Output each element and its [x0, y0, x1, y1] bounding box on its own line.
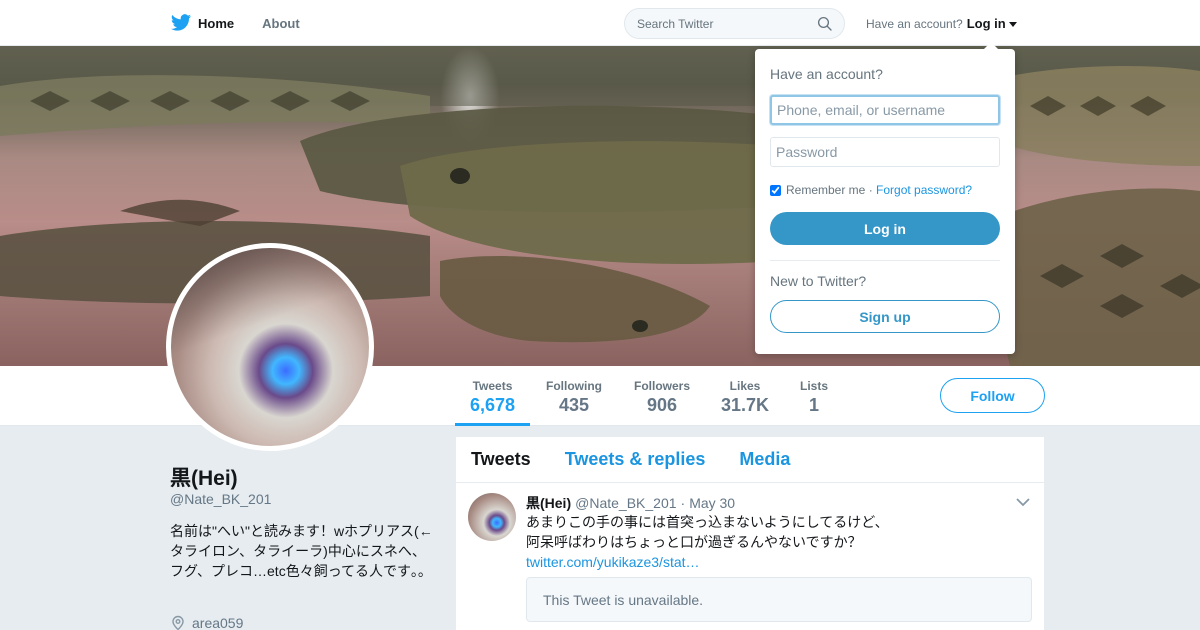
tweet-avatar[interactable] [468, 493, 516, 541]
username-field[interactable] [770, 95, 1000, 125]
location-pin-icon [172, 615, 184, 630]
tab-tweets-replies[interactable]: Tweets & replies [565, 449, 706, 470]
profile-location: area059 [170, 615, 243, 630]
tweet-author-name[interactable]: 黒(Hei) [526, 493, 571, 513]
top-nav: Home About Have an account? Log in [0, 0, 1200, 46]
account-prompt: Have an account? [866, 16, 963, 31]
login-button[interactable]: Log in [770, 212, 1000, 245]
search-icon[interactable] [816, 15, 834, 33]
tweet[interactable]: 黒(Hei) @Nate_BK_201 · May 30 あまりこの手の事には首… [456, 483, 1044, 630]
tweet-text: あまりこの手の事には首突っ込まないようにしてるけど、 阿呆呼ばわりはちょっと口が… [526, 512, 986, 572]
tweet-separator: · [680, 495, 686, 511]
follow-button[interactable]: Follow [940, 378, 1045, 413]
search-box [624, 8, 845, 39]
tweet-header: 黒(Hei) @Nate_BK_201 · May 30 [526, 493, 735, 513]
new-to-twitter-label: New to Twitter? [770, 273, 867, 289]
stat-value: 435 [558, 395, 590, 415]
stat-label: Tweets [472, 379, 513, 393]
nav-left: Home About [170, 0, 328, 46]
twitter-bird-icon [170, 14, 192, 31]
avatar[interactable] [166, 243, 374, 451]
profile-name[interactable]: 黒(Hei) [170, 462, 238, 492]
nav-about-link[interactable]: About [262, 0, 300, 46]
nav-home-label: Home [198, 15, 235, 31]
stat-label: Following [546, 379, 602, 393]
stat-lists[interactable]: Lists 1 [794, 366, 834, 426]
location-text: area059 [192, 615, 244, 630]
profile-handle[interactable]: @Nate_BK_201 [170, 491, 271, 507]
dropdown-arrow [983, 42, 999, 50]
forgot-password-link[interactable]: Forgot password? [876, 183, 972, 197]
chevron-down-icon[interactable] [1016, 497, 1030, 507]
stat-label: Followers [633, 379, 690, 393]
stat-label: Lists [799, 379, 828, 393]
tweet-text-line: あまりこの手の事には首突っ込まないようにしてるけど、 [526, 514, 889, 530]
stat-followers[interactable]: Followers 906 [628, 366, 696, 426]
search-input[interactable] [637, 17, 807, 31]
timeline-tabs: Tweets Tweets & replies Media [456, 437, 1044, 483]
login-dropdown-title: Have an account? [770, 66, 883, 82]
remember-label[interactable]: Remember me [786, 183, 865, 197]
tab-tweets[interactable]: Tweets [471, 449, 531, 470]
remember-checkbox[interactable] [770, 184, 781, 196]
login-link[interactable]: Log in [967, 16, 1006, 31]
stat-likes[interactable]: Likes 31.7K [716, 366, 774, 426]
tweet-author-handle[interactable]: @Nate_BK_201 [575, 495, 676, 511]
remember-separator: · [865, 183, 877, 197]
stat-value: 906 [646, 395, 678, 415]
timeline: Tweets Tweets & replies Media 黒(Hei) @Na… [456, 437, 1044, 630]
stat-following[interactable]: Following 435 [540, 366, 608, 426]
stat-value: 1 [808, 395, 819, 415]
stat-label: Likes [729, 379, 761, 393]
remember-row: Remember me · Forgot password? [770, 183, 972, 197]
signup-button[interactable]: Sign up [770, 300, 1000, 333]
stat-value: 6,678 [469, 395, 516, 415]
avatar-shading [171, 248, 369, 446]
chevron-down-icon[interactable] [1008, 21, 1017, 27]
login-dropdown: Have an account? Remember me · Forgot pa… [755, 42, 1015, 354]
stat-tweets[interactable]: Tweets 6,678 [455, 366, 530, 426]
nav-home-link[interactable]: Home [170, 0, 234, 46]
tweet-text-line: 阿呆呼ばわりはちょっと口が過ぎるんやないですか？ [526, 534, 862, 550]
divider [770, 260, 1000, 261]
tweet-date[interactable]: May 30 [689, 495, 735, 511]
account-menu[interactable]: Have an account? Log in [866, 16, 1017, 31]
profile-bio: 名前は"へい"と読みます！wホプリアス(←タライロン、タライーラ)中心にスネへ、… [170, 523, 433, 579]
tab-media[interactable]: Media [739, 449, 790, 470]
tweet-link[interactable]: twitter.com/yukikaze3/stat… [526, 552, 986, 572]
stat-value: 31.7K [720, 395, 770, 415]
password-field[interactable] [770, 137, 1000, 167]
quoted-tweet-unavailable: This Tweet is unavailable. [526, 577, 1032, 622]
